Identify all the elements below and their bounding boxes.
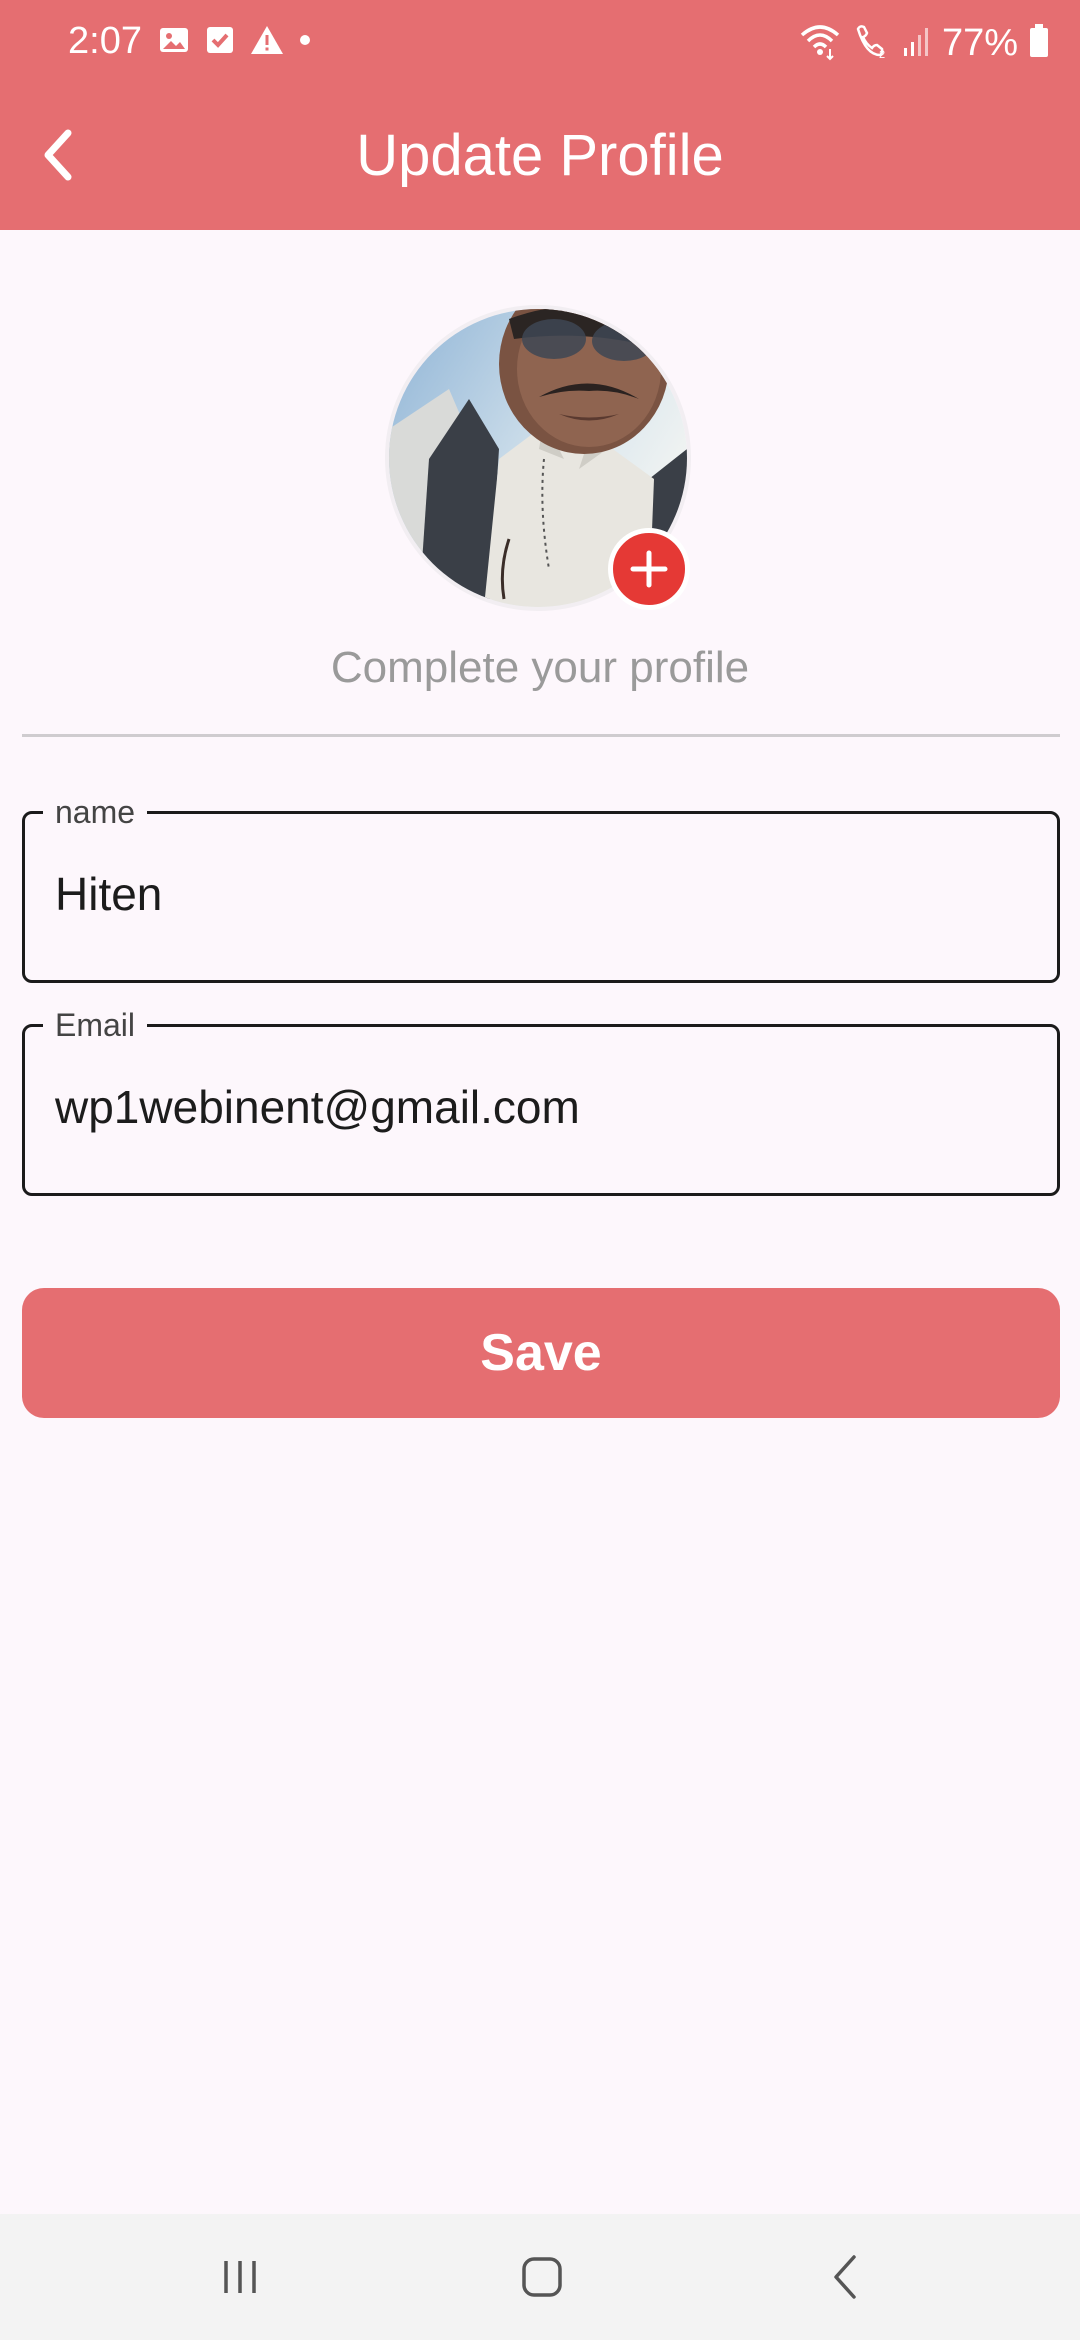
check-box-icon <box>204 24 236 61</box>
page-title: Update Profile <box>356 123 724 188</box>
back-icon <box>834 2255 856 2299</box>
home-icon <box>522 2257 562 2297</box>
divider <box>22 734 1060 737</box>
nav-back-button[interactable] <box>776 2214 916 2340</box>
recents-icon <box>224 2261 256 2293</box>
profile-avatar-container[interactable] <box>385 305 695 615</box>
status-icons-right: 2 77% <box>798 18 1050 68</box>
wifi-calling-icon: 2 <box>852 21 892 66</box>
email-input[interactable] <box>55 1077 1015 1137</box>
status-icons-left <box>158 24 312 61</box>
warning-icon <box>250 24 284 61</box>
battery-icon <box>1028 23 1050 64</box>
wifi-icon <box>798 21 842 66</box>
email-field[interactable]: Email <box>22 1005 1060 1196</box>
recents-button[interactable] <box>170 2214 310 2340</box>
app-bar: 2:07 2 77% Update Profile <box>0 0 1080 230</box>
home-button[interactable] <box>472 2214 612 2340</box>
email-field-label: Email <box>43 1005 148 1045</box>
save-button[interactable]: Save <box>22 1288 1060 1418</box>
name-input[interactable] <box>55 864 1015 924</box>
add-photo-button[interactable] <box>608 528 690 610</box>
profile-subtitle: Complete your profile <box>330 643 750 692</box>
dot-icon <box>298 33 312 52</box>
system-nav-bar <box>0 2214 1080 2340</box>
battery-percentage: 77% <box>941 22 1018 64</box>
name-field-label: name <box>43 792 148 832</box>
plus-icon <box>630 550 668 588</box>
signal-icon <box>902 24 932 63</box>
name-field[interactable]: name <box>22 792 1060 983</box>
status-time: 2:07 <box>68 20 142 62</box>
svg-text:2: 2 <box>879 49 885 61</box>
image-icon <box>158 24 190 61</box>
